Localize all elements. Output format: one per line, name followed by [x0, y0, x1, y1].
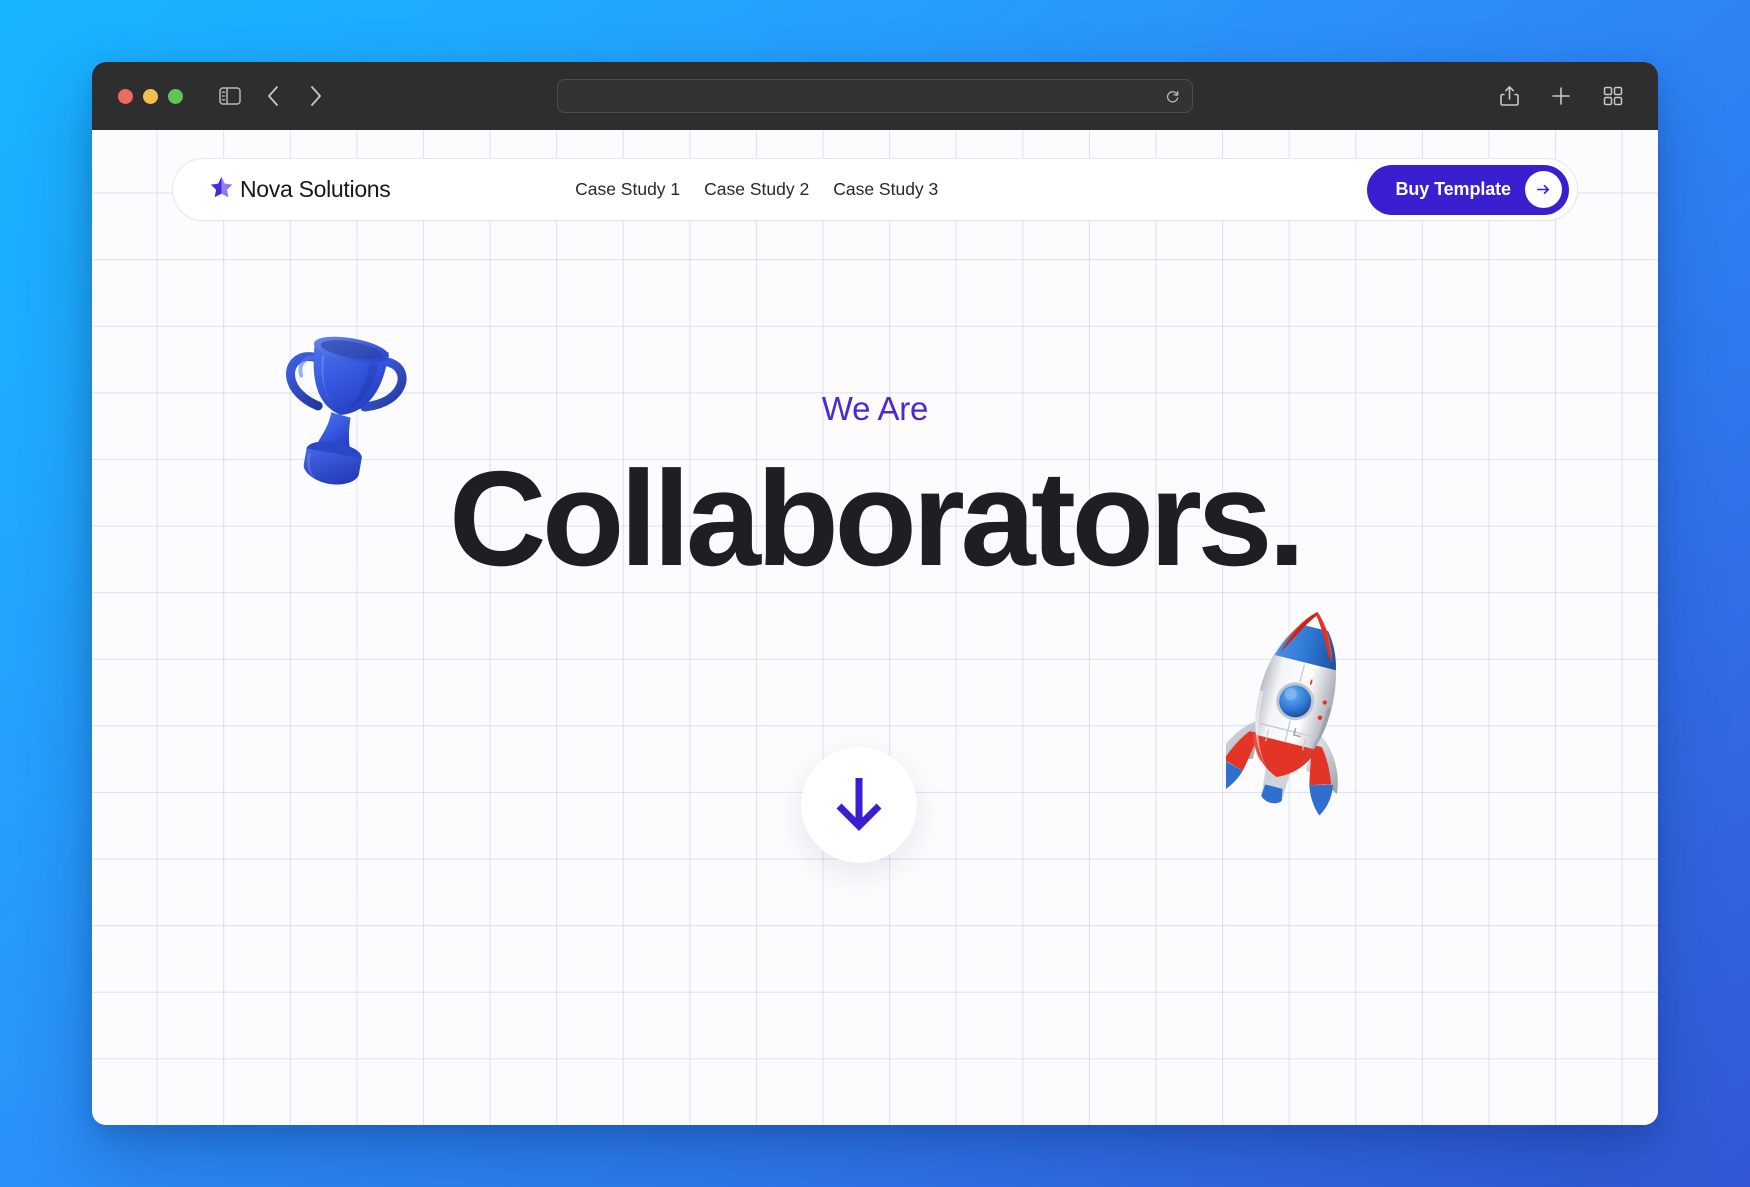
sidebar-toggle-icon [219, 87, 241, 105]
page-content: Nova Solutions Case Study 1 Case Study 2… [92, 130, 1658, 1125]
address-bar[interactable] [557, 79, 1193, 113]
brand-logo[interactable]: Nova Solutions [209, 175, 391, 205]
arrow-right-icon [1524, 171, 1562, 208]
buy-template-label: Buy Template [1395, 179, 1511, 199]
new-tab-button[interactable] [1542, 77, 1580, 115]
browser-nav-controls [211, 77, 335, 115]
forward-button[interactable] [297, 77, 335, 115]
back-button[interactable] [254, 77, 292, 115]
hero-section: We Are Collaborators. [92, 390, 1658, 588]
site-navbar: Nova Solutions Case Study 1 Case Study 2… [172, 158, 1578, 221]
brand-name: Nova Solutions [240, 176, 391, 202]
star-logo-icon [209, 175, 234, 205]
rocket-illustration [1226, 603, 1361, 818]
nav-link-case-study-3[interactable]: Case Study 3 [833, 179, 938, 200]
share-button[interactable] [1490, 77, 1528, 115]
traffic-lights [118, 88, 183, 104]
browser-toolbar-right [1490, 77, 1632, 115]
tab-overview-button[interactable] [1594, 77, 1632, 115]
nav-link-case-study-2[interactable]: Case Study 2 [704, 179, 809, 200]
new-tab-icon [1551, 86, 1571, 106]
chevron-right-icon [309, 85, 323, 107]
minimize-window-button[interactable] [143, 88, 158, 104]
hero-headline: Collaborators. [448, 443, 1306, 594]
sidebar-toggle-button[interactable] [211, 77, 249, 115]
close-window-button[interactable] [118, 88, 133, 104]
chevron-left-icon [266, 85, 280, 107]
reload-icon[interactable] [1165, 89, 1180, 104]
share-icon [1499, 85, 1519, 107]
nav-link-case-study-1[interactable]: Case Study 1 [575, 179, 680, 200]
browser-window: Nova Solutions Case Study 1 Case Study 2… [92, 62, 1658, 1125]
scroll-down-button[interactable] [801, 747, 917, 863]
buy-template-button[interactable]: Buy Template [1367, 164, 1569, 215]
browser-titlebar [92, 62, 1658, 130]
navbar-links: Case Study 1 Case Study 2 Case Study 3 [575, 179, 938, 200]
maximize-window-button[interactable] [168, 88, 183, 104]
hero-eyebrow: We Are [821, 390, 929, 427]
arrow-down-icon [831, 772, 887, 839]
tab-overview-icon [1603, 86, 1623, 106]
